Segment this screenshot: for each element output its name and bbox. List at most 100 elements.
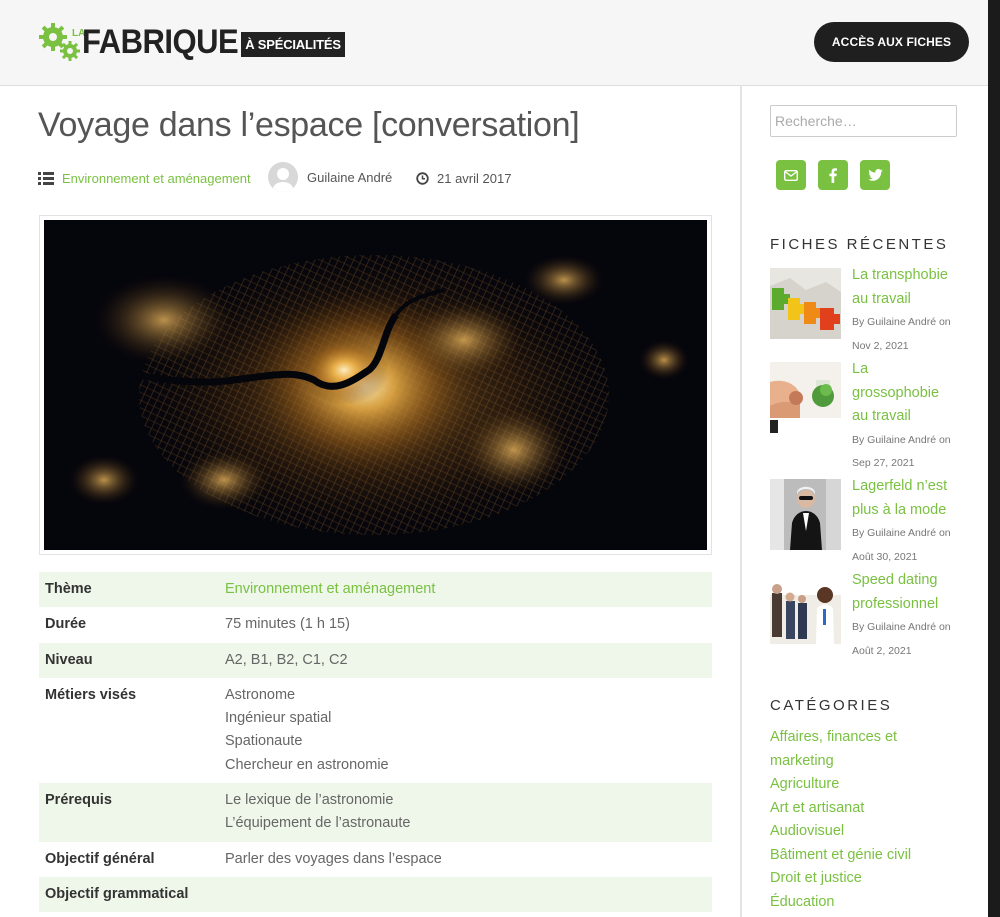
logo-main-text: FABRIQUE — [82, 21, 239, 62]
post-category-link[interactable]: Environnement et aménagement — [62, 171, 251, 186]
details-label: Niveau — [39, 642, 219, 678]
details-row: Objectif grammatical — [39, 876, 712, 913]
details-value — [219, 876, 712, 913]
post-meta: Environnement et aménagement Guilaine An… — [38, 162, 713, 194]
details-row: Objectif lexicalDonner son opinion — [39, 912, 712, 917]
post-author-link[interactable]: Guilaine André — [307, 170, 392, 185]
twitter-icon[interactable] — [860, 160, 890, 190]
details-label: Thème — [39, 572, 219, 608]
details-row: Durée 75 minutes (1 h 15) — [39, 607, 712, 642]
recent-post-thumbnail[interactable] — [770, 573, 841, 644]
details-row: Objectif général Parler des voyages dans … — [39, 842, 712, 877]
avatar[interactable] — [268, 162, 298, 192]
scrollbar[interactable] — [988, 0, 1000, 917]
column-divider — [740, 86, 742, 917]
recent-post-title-line: plus à la mode — [852, 501, 947, 518]
gears-icon: LA — [38, 20, 85, 64]
post-date: 21 avril 2017 — [437, 171, 512, 186]
recent-post-title-line: Lagerfeld n’est — [852, 478, 948, 494]
details-value-line: Ingénieur spatial — [225, 710, 332, 727]
details-label: Objectif grammatical — [39, 876, 219, 913]
recent-post-byline: By Guilaine André on — [852, 433, 951, 446]
recent-post-title-line: La — [852, 361, 869, 377]
recent-post-byline: By Guilaine André on — [852, 621, 951, 633]
recent-post-thumbnail[interactable] — [770, 268, 841, 339]
access-sheets-button[interactable]: ACCÈS AUX FICHES — [814, 22, 969, 62]
clock-icon — [416, 172, 429, 185]
category-link[interactable]: Agriculture — [770, 773, 970, 797]
recent-post-link[interactable]: Speed dating professionnel — [852, 572, 938, 612]
details-row: Thème Environnement et aménagement — [39, 572, 712, 608]
details-value-line: 75 minutes (1 h 15) — [225, 616, 350, 633]
details-table: Thème Environnement et aménagement Durée 75… — [39, 572, 712, 917]
recent-post: La transphobie au travail By Guilaine And… — [770, 264, 970, 358]
page-title: Voyage dans l’espace [conversation] — [38, 106, 580, 144]
details-value: Le lexique de l’astronomie L’équipement d… — [219, 783, 712, 842]
facebook-icon[interactable] — [818, 160, 848, 190]
city-lights-photo — [44, 220, 707, 550]
category-link[interactable]: Éducation — [770, 891, 970, 915]
recent-post-link[interactable]: La transphobie au travail — [852, 267, 948, 307]
list-icon — [38, 172, 54, 185]
categories-list: Affaires, finances et marketing Agricult… — [770, 726, 970, 914]
recent-post-thumbnail[interactable] — [770, 362, 841, 433]
recent-post: Speed dating professionnel By Guilaine An… — [770, 569, 970, 663]
recent-post-date: Août 2, 2021 — [852, 644, 912, 657]
site-logo[interactable]: LA FABRIQUE À SPÉCIALITÉS — [38, 20, 345, 64]
details-row: Prérequis Le lexique de l’astronomie L’équ… — [39, 783, 712, 842]
social-links — [776, 160, 890, 190]
details-value: Parler des voyages dans l’espace — [219, 842, 712, 877]
search-input[interactable] — [770, 105, 957, 137]
featured-image-frame — [39, 215, 712, 555]
recent-post-title-line: grossophobie — [852, 384, 940, 401]
details-row: Métiers visés Astronome Ingénieur spatial S… — [39, 678, 712, 783]
recent-post-title-line: Speed dating — [852, 572, 938, 588]
details-label: Métiers visés — [45, 686, 137, 703]
category-link[interactable]: Droit et justice — [770, 867, 970, 891]
recent-post-title-line: au travail — [852, 408, 911, 424]
site-header: LA FABRIQUE À SPÉCIALITÉS ACCÈS AUX FICH… — [0, 0, 988, 86]
details-value-line: Le lexique de l’astronomie — [225, 792, 394, 809]
recent-post: Lagerfeld n’est plus à la mode By Guilain… — [770, 475, 970, 569]
categories-title: CATÉGORIES — [770, 697, 893, 714]
recent-post-title-line: professionnel — [852, 595, 939, 612]
category-link[interactable]: Bâtiment et génie civil — [770, 844, 970, 868]
details-label: Prérequis — [39, 783, 219, 842]
recent-posts-list: La transphobie au travail By Guilaine And… — [770, 264, 970, 663]
details-value: Astronome Ingénieur spatial Spationaute Che… — [219, 678, 712, 783]
details-row: Niveau A2, B1, B2, C1, C2 — [39, 642, 712, 678]
recent-post-link[interactable]: La grossophobie au travail — [852, 361, 939, 424]
recent-post: La grossophobie au travail By Guilaine And… — [770, 358, 970, 475]
category-link[interactable]: Affaires, finances et — [770, 726, 970, 750]
details-label: Objectif lexical — [39, 912, 219, 917]
recent-post-byline: By Guilaine André on — [852, 316, 951, 328]
category-link[interactable]: Audiovisuel — [770, 820, 970, 844]
details-value-line: Chercheur en astronomie — [225, 756, 389, 773]
recent-post-byline: By Guilaine André on — [852, 527, 951, 539]
category-link[interactable]: marketing — [770, 750, 970, 774]
page: LA FABRIQUE À SPÉCIALITÉS ACCÈS AUX FICH… — [0, 0, 1000, 917]
category-link[interactable]: Art et artisanat — [770, 797, 970, 821]
details-value: 75 minutes (1 h 15) — [219, 607, 712, 642]
details-value[interactable]: Environnement et aménagement — [219, 572, 712, 608]
details-value-line: Environnement et aménagement — [225, 581, 436, 597]
details-value: Donner son opinion — [219, 912, 712, 917]
recent-post-thumbnail[interactable] — [770, 479, 841, 550]
details-value-line: L’équipement de l’astronaute — [225, 815, 411, 832]
details-value-line: Spationaute — [225, 733, 303, 750]
details-value: A2, B1, B2, C1, C2 — [219, 642, 712, 678]
recent-posts-title: FICHES RÉCENTES — [770, 236, 949, 253]
details-label: Objectif général — [45, 850, 155, 867]
details-value-line: Astronome — [225, 686, 296, 703]
recent-post-date: Nov 2, 2021 — [852, 339, 909, 352]
logo-tag-text: À SPÉCIALITÉS — [241, 31, 345, 57]
recent-post-link[interactable]: Lagerfeld n’est plus à la mode — [852, 478, 947, 518]
mail-icon[interactable] — [776, 160, 806, 190]
recent-post-date: Sep 27, 2021 — [852, 457, 915, 469]
details-value-line: Parler des voyages dans l’espace — [225, 850, 442, 867]
recent-post-date: Août 30, 2021 — [852, 550, 918, 563]
recent-post-title-line: au travail — [852, 290, 911, 307]
recent-post-title-line: La transphobie — [852, 267, 948, 283]
details-label: Durée — [45, 616, 87, 633]
details-value-line: A2, B1, B2, C1, C2 — [225, 651, 348, 668]
